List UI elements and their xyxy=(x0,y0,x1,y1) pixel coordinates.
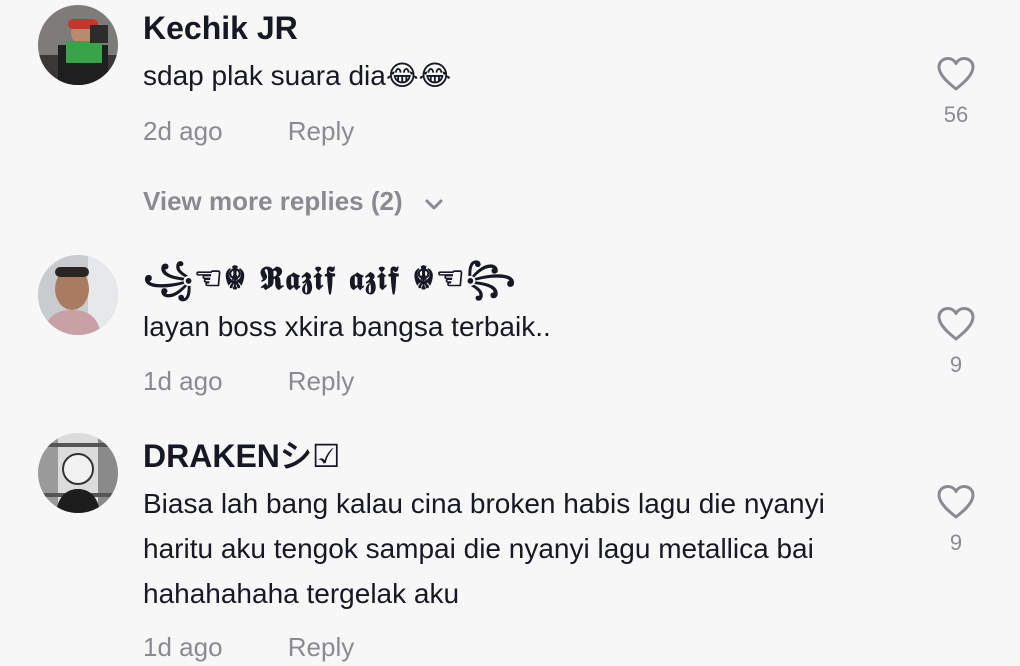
avatar-image xyxy=(38,255,118,335)
chevron-down-icon xyxy=(424,188,444,219)
comment-username[interactable]: ꧁☜☬ 𝕽𝖆𝖟𝖎𝖋 𝖆𝖟𝖎𝖋 ☬☜꧂ xyxy=(143,260,517,296)
avatar-image xyxy=(38,433,118,513)
reply-button[interactable]: Reply xyxy=(288,632,354,663)
like-button[interactable]: 56 xyxy=(936,56,976,128)
like-count: 9 xyxy=(949,352,963,377)
comment-emoji: 😂😂 xyxy=(385,60,452,91)
avatar[interactable] xyxy=(38,255,118,335)
comment-text: sdap plak suara dia😂😂 xyxy=(143,53,863,98)
comment-timestamp: 2d ago xyxy=(143,116,223,146)
comment-timestamp: 1d ago xyxy=(143,632,223,662)
heart-outline-icon xyxy=(937,307,975,341)
reply-button[interactable]: Reply xyxy=(288,116,354,147)
comment-meta: 1d ago Reply xyxy=(143,366,354,397)
reply-button[interactable]: Reply xyxy=(288,366,354,397)
comment-username[interactable]: DRAKENシ☑ xyxy=(143,438,341,474)
avatar[interactable] xyxy=(38,5,118,85)
comment-meta: 2d ago Reply xyxy=(143,116,354,147)
comment-text: layan boss xkira bangsa terbaik.. xyxy=(143,311,551,342)
like-button[interactable]: 9 xyxy=(936,484,976,556)
comment-timestamp: 1d ago xyxy=(143,366,223,396)
comment-meta: 1d ago Reply xyxy=(143,632,354,663)
heart-outline-icon xyxy=(937,485,975,519)
view-more-replies-label: View more replies (2) xyxy=(143,186,403,216)
comment-username[interactable]: Kechik JR xyxy=(143,10,298,46)
like-button[interactable]: 9 xyxy=(936,306,976,378)
like-count: 56 xyxy=(943,102,969,127)
heart-outline-icon xyxy=(937,57,975,91)
avatar-image xyxy=(38,5,118,85)
view-more-replies-button[interactable]: View more replies (2) xyxy=(143,186,444,219)
like-count: 9 xyxy=(949,530,963,555)
comment-text-body: sdap plak suara dia xyxy=(143,60,386,91)
avatar[interactable] xyxy=(38,433,118,513)
comment-text: Biasa lah bang kalau cina broken habis l… xyxy=(143,488,825,609)
